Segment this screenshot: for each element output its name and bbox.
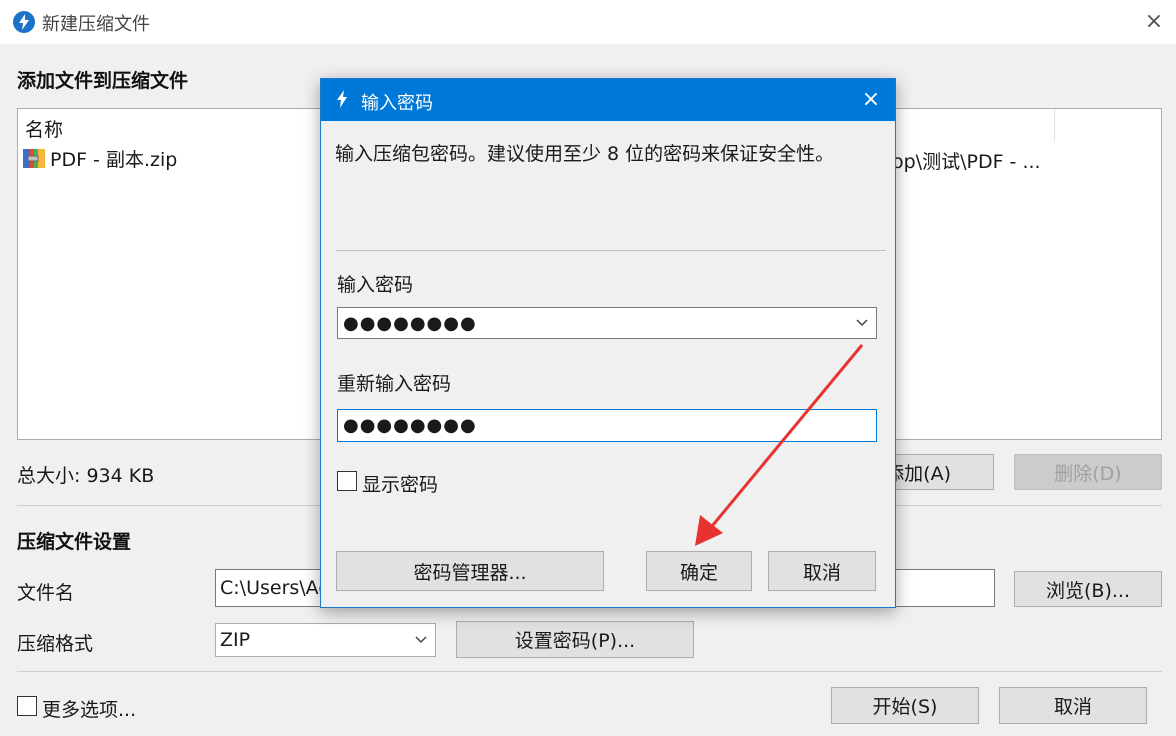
more-options-checkbox[interactable] [17, 696, 37, 716]
set-password-button[interactable]: 设置密码(P)... [456, 621, 694, 658]
password-manager-button[interactable]: 密码管理器... [336, 551, 604, 591]
confirm-password-input[interactable]: ●●●●●●●● [337, 409, 877, 442]
ok-button[interactable]: 确定 [646, 551, 752, 591]
delete-button[interactable]: 删除(D) [1014, 454, 1162, 490]
zip-archive-icon [22, 146, 46, 170]
chevron-down-icon [415, 636, 427, 644]
start-button[interactable]: 开始(S) [831, 687, 979, 724]
show-password-label[interactable]: 显示密码 [362, 470, 438, 497]
filename-label: 文件名 [17, 582, 75, 604]
confirm-password-label: 重新输入密码 [337, 373, 452, 395]
total-size: 总大小: 934 KB [17, 465, 155, 487]
add-section-title: 添加文件到压缩文件 [17, 70, 189, 92]
window-titlebar: 新建压缩文件 × [0, 0, 1176, 44]
app-lightning-icon [13, 11, 35, 33]
dialog-close-icon[interactable]: × [857, 86, 885, 114]
settings-section-title: 压缩文件设置 [17, 531, 132, 553]
window-close-icon[interactable]: × [1140, 8, 1168, 36]
column-separator [1054, 109, 1055, 141]
file-name: PDF - 副本.zip [50, 148, 178, 171]
format-select[interactable]: ZIP [215, 623, 436, 657]
list-item[interactable]: PDF - 副本.zip [22, 145, 177, 171]
cancel-button[interactable]: 取消 [999, 687, 1147, 724]
window-title: 新建压缩文件 [42, 14, 150, 35]
dialog-lightning-icon [337, 90, 347, 108]
password-value: ●●●●●●●● [343, 312, 477, 334]
show-password-checkbox[interactable] [337, 471, 357, 491]
more-options-label[interactable]: 更多选项... [42, 695, 136, 722]
password-dialog: 输入密码 × 输入压缩包密码。建议使用至少 8 位的密码来保证安全性。 输入密码… [320, 78, 896, 608]
password-label: 输入密码 [337, 274, 414, 296]
file-path: op\测试\PDF - ... [892, 151, 1041, 173]
format-label: 压缩格式 [17, 633, 94, 655]
confirm-password-value: ●●●●●●●● [343, 415, 477, 436]
format-selected-value: ZIP [220, 629, 251, 651]
browse-button[interactable]: 浏览(B)... [1014, 571, 1162, 607]
dialog-description: 输入压缩包密码。建议使用至少 8 位的密码来保证安全性。 [335, 143, 835, 165]
dialog-cancel-button[interactable]: 取消 [768, 551, 876, 591]
dialog-title: 输入密码 [361, 93, 433, 114]
dialog-divider [336, 250, 886, 251]
footer-divider [17, 671, 1162, 672]
password-input[interactable]: ●●●●●●●● [337, 307, 877, 339]
dialog-titlebar: 输入密码 × [321, 79, 895, 121]
column-header-name[interactable]: 名称 [25, 115, 63, 142]
chevron-down-icon[interactable] [856, 319, 868, 327]
